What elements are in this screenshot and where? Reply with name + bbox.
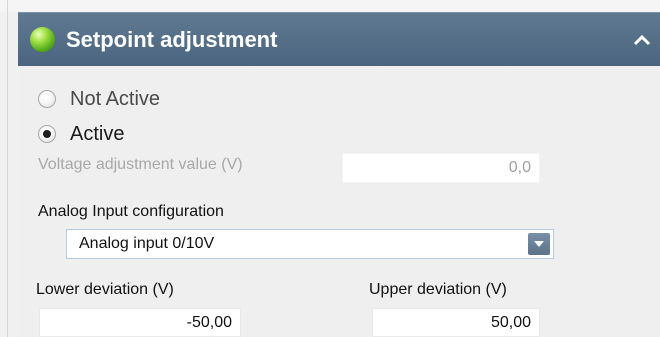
left-divider (7, 0, 8, 337)
radio-active-label: Active (70, 122, 125, 145)
analog-input-select[interactable]: Analog input 0/10V (66, 229, 554, 259)
dropdown-arrow-icon[interactable] (528, 233, 550, 255)
panel-header[interactable]: Setpoint adjustment (18, 12, 660, 66)
chevron-up-icon[interactable] (630, 29, 654, 51)
analog-input-label: Analog Input configuration (38, 203, 224, 220)
analog-input-value: Analog input 0/10V (79, 235, 215, 252)
upper-deviation-label: Upper deviation (V) (369, 281, 507, 298)
upper-deviation-field[interactable]: 50,00 (372, 308, 540, 337)
radio-not-active[interactable]: Not Active (38, 85, 160, 113)
radio-not-active-label: Not Active (70, 87, 161, 110)
radio-not-active-button[interactable] (38, 90, 56, 108)
radio-active-button[interactable] (38, 125, 56, 143)
voltage-adjustment-field: 0,0 (342, 153, 540, 183)
status-ball-icon (30, 27, 55, 52)
panel-title: Setpoint adjustment (66, 27, 278, 52)
lower-deviation-label: Lower deviation (V) (36, 281, 174, 298)
voltage-adjustment-label: Voltage adjustment value (V) (38, 156, 243, 173)
radio-active[interactable]: Active (38, 120, 124, 148)
lower-deviation-field[interactable]: -50,00 (39, 308, 241, 337)
top-strip (0, 0, 660, 12)
